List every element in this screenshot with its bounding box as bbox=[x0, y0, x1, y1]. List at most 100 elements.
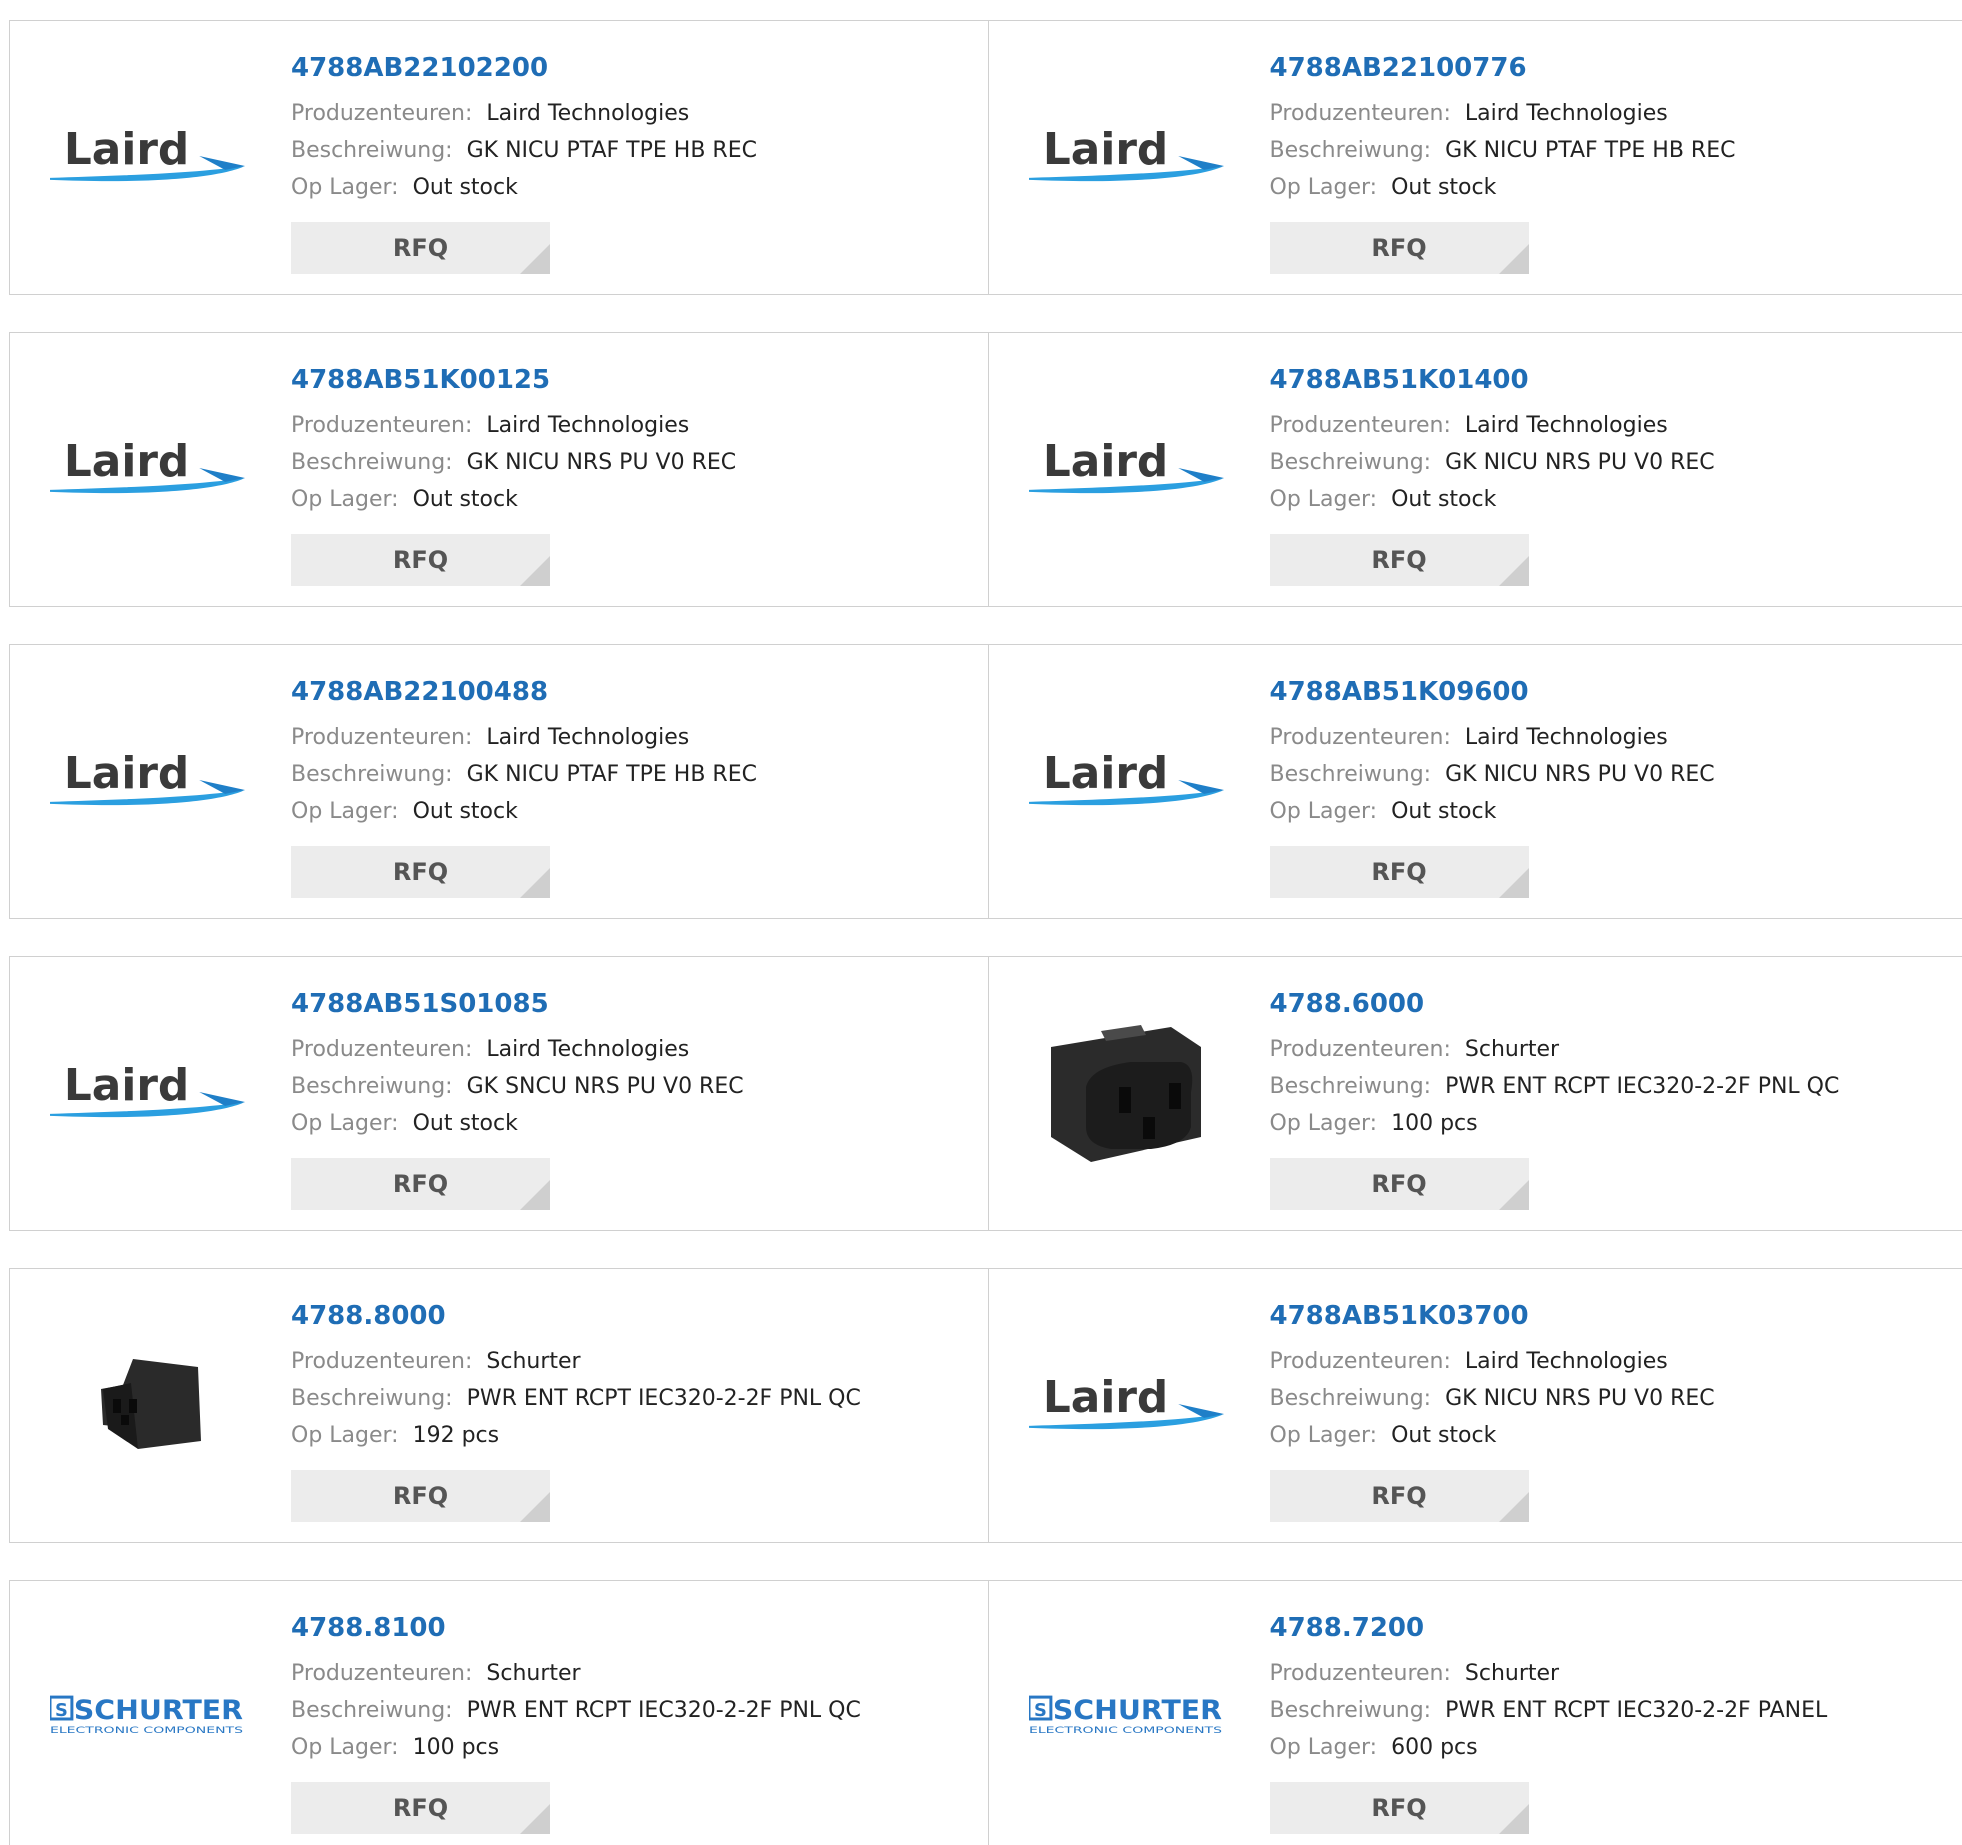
schurter-logo[interactable]: S SCHURTER ELECTRONIC COMPONENTS bbox=[1028, 1641, 1224, 1791]
connector-photo-small[interactable] bbox=[50, 1329, 245, 1479]
manufacturer-row: Produzenteuren: Laird Technologies bbox=[291, 719, 757, 756]
manufacturer-row: Produzenteuren: Laird Technologies bbox=[1270, 95, 1736, 132]
description-value: GK NICU PTAF TPE HB REC bbox=[466, 138, 757, 163]
stock-value: Out stock bbox=[1391, 175, 1497, 200]
description-value: GK NICU NRS PU V0 REC bbox=[1445, 1386, 1715, 1411]
product-info: 4788AB51K01400 Produzenteuren: Laird Tech… bbox=[1270, 363, 1715, 518]
description-label: Beschreiwung: bbox=[291, 1386, 453, 1411]
stock-row: Op Lager: Out stock bbox=[1270, 793, 1715, 830]
product-card: Laird 4788AB51K00125 Produzenteuren: Lair… bbox=[10, 333, 988, 606]
stock-value: Out stock bbox=[1391, 487, 1497, 512]
product-row: 4788.8000 Produzenteuren: Schurter Beschr… bbox=[9, 1268, 1962, 1543]
rfq-button[interactable]: RFQ bbox=[291, 846, 550, 898]
laird-wordmark: Laird bbox=[1042, 438, 1167, 487]
manufacturer-value: Laird Technologies bbox=[486, 1037, 690, 1062]
part-number-link[interactable]: 4788AB22100488 bbox=[291, 675, 757, 709]
stock-row: Op Lager: 600 pcs bbox=[1270, 1729, 1828, 1766]
rfq-button[interactable]: RFQ bbox=[291, 1470, 550, 1522]
laird-logo[interactable]: Laird bbox=[50, 393, 245, 543]
stock-label: Op Lager: bbox=[291, 175, 399, 200]
description-value: PWR ENT RCPT IEC320-2-2F PNL QC bbox=[466, 1386, 861, 1411]
part-number-link[interactable]: 4788AB22100776 bbox=[1270, 51, 1736, 85]
laird-logo[interactable]: Laird bbox=[1028, 1329, 1224, 1479]
manufacturer-row: Produzenteuren: Laird Technologies bbox=[1270, 407, 1715, 444]
description-row: Beschreiwung: GK NICU PTAF TPE HB REC bbox=[1270, 132, 1736, 169]
rfq-button[interactable]: RFQ bbox=[291, 222, 550, 274]
laird-logo[interactable]: Laird bbox=[50, 81, 245, 231]
stock-value: Out stock bbox=[412, 1111, 518, 1136]
stock-row: Op Lager: Out stock bbox=[1270, 481, 1715, 518]
manufacturer-label: Produzenteuren: bbox=[1269, 413, 1451, 438]
manufacturer-row: Produzenteuren: Schurter bbox=[1270, 1031, 1840, 1068]
stock-label: Op Lager: bbox=[1269, 175, 1378, 200]
rfq-button[interactable]: RFQ bbox=[1269, 1158, 1529, 1210]
rfq-button[interactable]: RFQ bbox=[291, 1782, 550, 1834]
product-info: 4788.8000 Produzenteuren: Schurter Beschr… bbox=[291, 1299, 861, 1454]
manufacturer-label: Produzenteuren: bbox=[1269, 1037, 1451, 1062]
rfq-button-label: RFQ bbox=[1371, 234, 1427, 262]
part-number-link[interactable]: 4788.8100 bbox=[291, 1611, 861, 1645]
part-number-link[interactable]: 4788AB51K03700 bbox=[1270, 1299, 1715, 1333]
product-card: Laird 4788AB22100488 Produzenteuren: Lair… bbox=[10, 645, 988, 918]
description-value: GK NICU NRS PU V0 REC bbox=[466, 450, 737, 475]
rfq-button[interactable]: RFQ bbox=[291, 1158, 550, 1210]
description-row: Beschreiwung: GK NICU NRS PU V0 REC bbox=[1270, 1380, 1715, 1417]
schurter-logo[interactable]: S SCHURTER ELECTRONIC COMPONENTS bbox=[50, 1641, 245, 1791]
rfq-button[interactable]: RFQ bbox=[1269, 1782, 1529, 1834]
rfq-button[interactable]: RFQ bbox=[1269, 1470, 1529, 1522]
connector-photo-large[interactable] bbox=[1029, 1017, 1224, 1167]
product-card: Laird 4788AB22100776 Produzenteuren: Lair… bbox=[987, 21, 1962, 294]
schurter-wordmark: SCHURTER bbox=[1052, 1695, 1221, 1726]
product-card: Laird 4788AB51K09600 Produzenteuren: Lair… bbox=[987, 645, 1962, 918]
description-row: Beschreiwung: PWR ENT RCPT IEC320-2-2F PN… bbox=[291, 1692, 861, 1729]
manufacturer-value: Laird Technologies bbox=[1464, 101, 1668, 126]
description-row: Beschreiwung: PWR ENT RCPT IEC320-2-2F PN… bbox=[291, 1380, 861, 1417]
product-info: 4788.7200 Produzenteuren: Schurter Beschr… bbox=[1270, 1611, 1828, 1766]
product-info: 4788AB22100488 Produzenteuren: Laird Tech… bbox=[291, 675, 757, 830]
rfq-button[interactable]: RFQ bbox=[1269, 222, 1529, 274]
laird-wordmark: Laird bbox=[1042, 126, 1167, 175]
part-number-link[interactable]: 4788.6000 bbox=[1270, 987, 1840, 1021]
stock-value: 100 pcs bbox=[412, 1735, 500, 1760]
manufacturer-label: Produzenteuren: bbox=[291, 725, 473, 750]
stock-label: Op Lager: bbox=[291, 799, 399, 824]
part-number-link[interactable]: 4788AB51S01085 bbox=[291, 987, 744, 1021]
manufacturer-label: Produzenteuren: bbox=[1269, 1349, 1451, 1374]
rfq-button[interactable]: RFQ bbox=[1269, 846, 1529, 898]
manufacturer-label: Produzenteuren: bbox=[291, 1349, 473, 1374]
rfq-button[interactable]: RFQ bbox=[291, 534, 550, 586]
laird-logo[interactable]: Laird bbox=[1028, 393, 1224, 543]
schurter-tagline: ELECTRONIC COMPONENTS bbox=[50, 1726, 244, 1736]
description-row: Beschreiwung: PWR ENT RCPT IEC320-2-2F PA… bbox=[1270, 1692, 1828, 1729]
stock-label: Op Lager: bbox=[291, 1111, 399, 1136]
laird-logo[interactable]: Laird bbox=[1028, 81, 1224, 231]
product-row: Laird 4788AB51S01085 Produzenteuren: Lair… bbox=[9, 956, 1962, 1231]
product-card: Laird 4788AB51K03700 Produzenteuren: Lair… bbox=[987, 1269, 1962, 1542]
rfq-button[interactable]: RFQ bbox=[1269, 534, 1529, 586]
rfq-button-label: RFQ bbox=[392, 858, 449, 886]
stock-label: Op Lager: bbox=[1269, 1423, 1378, 1448]
part-number-link[interactable]: 4788AB51K00125 bbox=[291, 363, 736, 397]
stock-label: Op Lager: bbox=[291, 487, 399, 512]
part-number-link[interactable]: 4788AB22102200 bbox=[291, 51, 757, 85]
rfq-button-label: RFQ bbox=[392, 1170, 449, 1198]
part-number-link[interactable]: 4788AB51K01400 bbox=[1270, 363, 1715, 397]
stock-row: Op Lager: Out stock bbox=[1270, 1417, 1715, 1454]
product-grid: Laird 4788AB22102200 Produzenteuren: Lair… bbox=[9, 20, 1962, 1845]
part-number-link[interactable]: 4788AB51K09600 bbox=[1270, 675, 1715, 709]
laird-logo[interactable]: Laird bbox=[1028, 705, 1224, 855]
stock-label: Op Lager: bbox=[1269, 799, 1378, 824]
laird-logo[interactable]: Laird bbox=[50, 1017, 245, 1167]
stock-row: Op Lager: Out stock bbox=[291, 1105, 744, 1142]
description-value: PWR ENT RCPT IEC320-2-2F PNL QC bbox=[466, 1698, 861, 1723]
stock-value: Out stock bbox=[412, 175, 518, 200]
stock-value: 192 pcs bbox=[412, 1423, 500, 1448]
manufacturer-label: Produzenteuren: bbox=[1269, 101, 1451, 126]
description-label: Beschreiwung: bbox=[1269, 450, 1432, 475]
laird-logo[interactable]: Laird bbox=[50, 705, 245, 855]
product-info: 4788AB51S01085 Produzenteuren: Laird Tech… bbox=[291, 987, 744, 1142]
part-number-link[interactable]: 4788.8000 bbox=[291, 1299, 861, 1333]
manufacturer-value: Schurter bbox=[1464, 1037, 1560, 1062]
part-number-link[interactable]: 4788.7200 bbox=[1270, 1611, 1828, 1645]
description-label: Beschreiwung: bbox=[291, 450, 453, 475]
